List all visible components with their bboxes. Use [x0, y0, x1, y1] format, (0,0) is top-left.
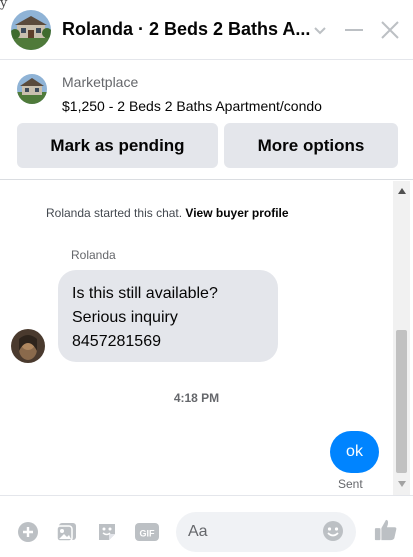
close-icon[interactable] — [378, 18, 402, 42]
minimize-icon[interactable] — [342, 18, 366, 42]
message-line: Is this still available? — [72, 285, 218, 302]
sticker-icon[interactable] — [95, 520, 119, 544]
gallery-icon[interactable] — [55, 520, 79, 544]
conversation-title[interactable]: Rolanda · 2 Beds 2 Baths A... — [62, 19, 312, 40]
scroll-down-arrow-icon[interactable] — [396, 478, 407, 489]
chevron-down-icon[interactable] — [308, 18, 332, 42]
svg-text:GIF: GIF — [140, 529, 156, 539]
thumbs-up-icon[interactable] — [374, 518, 398, 542]
plus-icon[interactable] — [16, 520, 40, 544]
emoji-icon[interactable] — [322, 520, 346, 544]
sender-name: Rolanda — [71, 248, 116, 262]
chat-started-notice: Rolanda started this chat. View buyer pr… — [46, 206, 289, 220]
message-timestamp: 4:18 PM — [173, 391, 220, 405]
sent-status: Sent — [338, 477, 363, 491]
house-photo-avatar[interactable] — [11, 10, 51, 50]
listing-thumbnail[interactable] — [17, 74, 47, 104]
mark-as-pending-button[interactable]: Mark as pending — [17, 123, 218, 168]
outgoing-message-bubble[interactable]: ok — [330, 431, 379, 473]
listing-source: Marketplace — [62, 74, 139, 90]
message-line: 8457281569 — [72, 333, 161, 350]
chat-started-text: Rolanda started this chat. — [46, 206, 183, 220]
listing-title[interactable]: $1,250 - 2 Beds 2 Baths Apartment/condo — [62, 98, 322, 114]
scroll-up-arrow-icon[interactable] — [396, 185, 407, 196]
chat-window: y Rolanda · 2 Beds 2 Baths A... Marketpl… — [0, 0, 413, 557]
message-composer: GIF — [0, 495, 413, 557]
sender-avatar[interactable] — [11, 329, 45, 363]
message-list: Rolanda started this chat. View buyer pr… — [0, 181, 413, 495]
view-buyer-profile-link[interactable]: View buyer profile — [185, 206, 288, 220]
incoming-message-bubble[interactable]: Is this still available? Serious inquiry… — [58, 270, 278, 362]
chat-header[interactable]: Rolanda · 2 Beds 2 Baths A... — [0, 0, 413, 60]
message-line: Serious inquiry — [72, 309, 178, 326]
gif-icon[interactable]: GIF — [135, 520, 159, 544]
scrollbar-thumb[interactable] — [396, 330, 407, 473]
more-options-button[interactable]: More options — [224, 123, 398, 168]
